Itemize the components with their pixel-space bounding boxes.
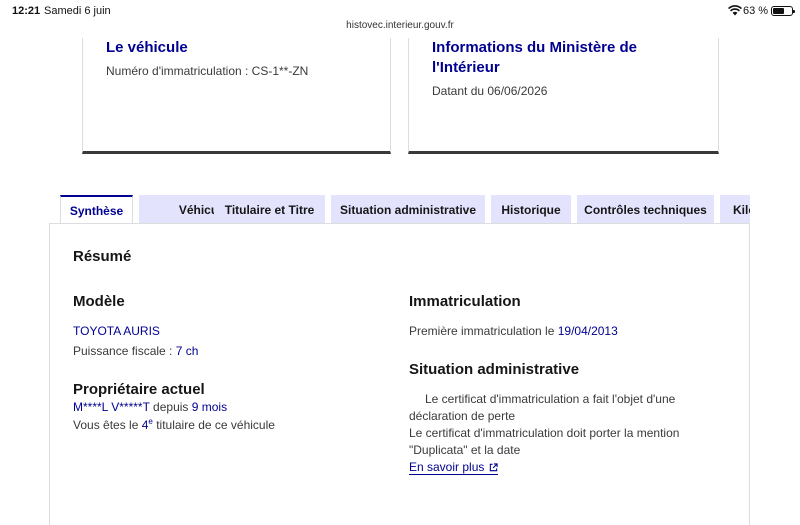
first-registration-label: Première immatriculation le <box>409 324 558 338</box>
vehicle-card-title[interactable]: Le véhicule <box>106 38 188 58</box>
more-info-label: En savoir plus <box>409 460 485 474</box>
tab-kilometrage[interactable]: Kilo <box>720 195 750 224</box>
owner-rank-prefix: Vous êtes le <box>73 418 142 432</box>
summary-title: Résumé <box>73 248 132 265</box>
tab-situation-administrative[interactable]: Situation administrative <box>331 195 485 224</box>
external-link-icon <box>490 463 499 472</box>
battery-icon <box>771 6 795 16</box>
admin-line-2: déclaration de perte <box>409 409 516 423</box>
registration-heading: Immatriculation <box>409 293 521 310</box>
tab-titulaire[interactable]: Titulaire et Titre <box>214 195 325 224</box>
admin-situation-heading: Situation administrative <box>409 361 580 378</box>
fiscal-power: Puissance fiscale : 7 ch <box>73 344 198 358</box>
wifi-icon <box>728 5 742 16</box>
fiscal-power-label: Puissance fiscale : <box>73 344 176 358</box>
url-bar[interactable]: histovec.interieur.gouv.fr <box>0 20 800 38</box>
ministry-card: Informations du Ministère de l'Intérieur… <box>408 38 719 154</box>
battery-percent: 63 % <box>743 5 769 17</box>
tab-synthese[interactable]: Synthèse <box>60 195 133 224</box>
status-time: 12:21 <box>12 5 41 17</box>
model-heading: Modèle <box>73 293 125 310</box>
tab-controles-techniques[interactable]: Contrôles techniques <box>577 195 714 224</box>
ministry-card-title[interactable]: Informations du Ministère de l'Intérieur <box>432 38 692 78</box>
owner-name: M****L V*****T <box>73 400 150 414</box>
status-bar: 12:21 Samedi 6 juin 63 % <box>0 0 800 22</box>
tab-panel-synthese: Résumé Modèle TOYOTA AURIS Puissance fis… <box>49 223 750 525</box>
owner-rank-suffix: titulaire de ce véhicule <box>152 418 275 432</box>
first-registration-date: 19/04/2013 <box>557 324 618 338</box>
tab-bar: Synthèse Véhicule Titulaire et Titre Sit… <box>60 195 750 224</box>
owner-since-label: depuis <box>149 400 192 414</box>
battery-fill <box>773 8 785 14</box>
more-info-link[interactable]: En savoir plus <box>409 460 499 475</box>
first-registration: Première immatriculation le 19/04/2013 <box>409 324 618 338</box>
more-info-link-wrap: En savoir plus <box>409 460 499 475</box>
owner-rank: Vous êtes le 4e titulaire de ce véhicule <box>73 417 275 432</box>
model-name: TOYOTA AURIS <box>73 324 160 338</box>
url-text: histovec.interieur.gouv.fr <box>346 20 454 31</box>
ministry-card-date: Datant du 06/06/2026 <box>432 84 548 98</box>
vehicle-card: Le véhicule Numéro d'immatriculation : C… <box>82 38 391 154</box>
owner-line: M****L V*****T depuis 9 mois <box>73 400 227 414</box>
owner-heading: Propriétaire actuel <box>73 381 205 398</box>
registration-number: Numéro d'immatriculation : CS-1**-ZN <box>106 64 309 78</box>
admin-line-4: "Duplicata" et la date <box>409 443 521 457</box>
owner-since-value: 9 mois <box>191 400 228 414</box>
tab-historique[interactable]: Historique <box>491 195 571 224</box>
admin-line-3: Le certificat d'immatriculation doit por… <box>409 426 680 440</box>
fiscal-power-value: 7 ch <box>175 344 199 358</box>
status-date: Samedi 6 juin <box>44 5 111 17</box>
admin-line-1: Le certificat d'immatriculation a fait l… <box>425 392 676 406</box>
